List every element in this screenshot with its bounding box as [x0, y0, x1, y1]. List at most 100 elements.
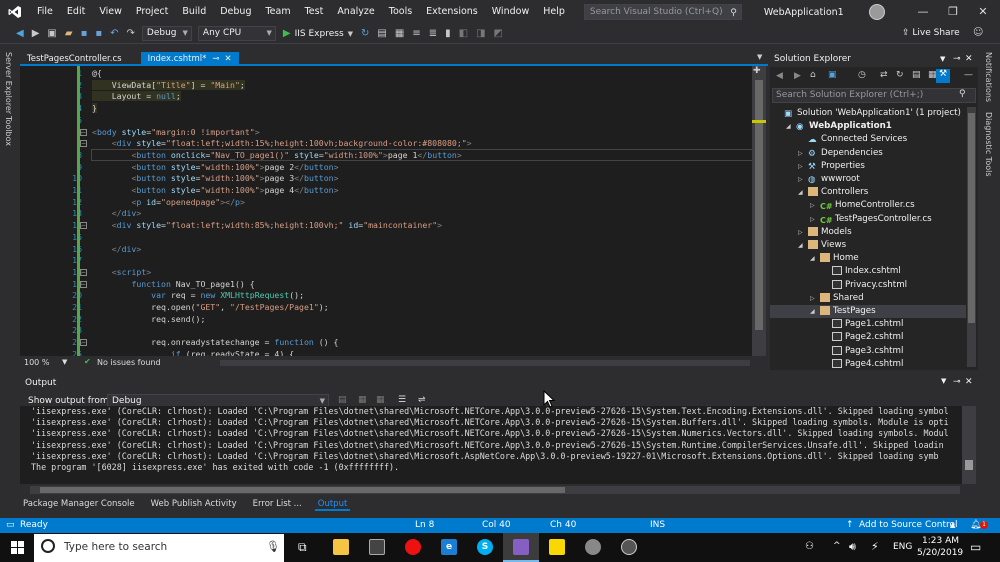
- forward-icon[interactable]: ▶: [794, 71, 801, 81]
- app-w-icon[interactable]: [585, 539, 601, 555]
- editor-vertical-scrollbar[interactable]: [752, 66, 766, 356]
- tree-item[interactable]: ▷ ◍ wwwroot: [770, 173, 860, 186]
- feedback-icon[interactable]: ☺: [973, 27, 983, 38]
- pin-icon[interactable]: ⊸: [953, 377, 961, 387]
- tree-item[interactable]: ◢ Views: [770, 239, 846, 252]
- play-icon[interactable]: ▶: [279, 28, 295, 39]
- live-share-button[interactable]: ⇪ Live Share: [902, 28, 960, 38]
- find-message-icon[interactable]: ▤: [338, 395, 347, 405]
- menu-item-build[interactable]: Build: [175, 0, 213, 24]
- redo-icon[interactable]: ↷: [123, 28, 139, 39]
- tree-item[interactable]: ◢ Home: [770, 252, 859, 265]
- tree-item[interactable]: ▷ Shared: [770, 292, 864, 305]
- menu-item-test[interactable]: Test: [298, 0, 331, 24]
- code-line[interactable]: if (req.readyState = 4) {: [92, 349, 294, 356]
- editor-horizontal-scrollbar[interactable]: [220, 360, 750, 366]
- tree-item[interactable]: ▷ C# TestPagesController.cs: [770, 213, 932, 226]
- expand-toggle-icon[interactable]: ▷: [810, 199, 820, 212]
- chevron-down-icon[interactable]: ▼: [940, 52, 945, 67]
- preview-icon[interactable]: —: [964, 70, 973, 80]
- code-line[interactable]: <div style="float:left;width:15%;height:…: [92, 138, 472, 148]
- fold-toggle-icon[interactable]: −: [80, 339, 87, 347]
- close-tab-icon[interactable]: ✕: [225, 54, 232, 64]
- forward-arrow-icon[interactable]: ▶: [28, 28, 44, 39]
- maximize-button[interactable]: ❐: [938, 0, 968, 24]
- file-explorer-icon[interactable]: [333, 539, 349, 555]
- task-view-icon[interactable]: ⧉: [298, 540, 307, 555]
- tree-item[interactable]: ◢ Controllers: [770, 186, 868, 199]
- comment-icon[interactable]: ≡: [408, 28, 424, 39]
- expand-toggle-icon[interactable]: ▷: [810, 292, 820, 305]
- open-folder-icon[interactable]: ▰: [61, 28, 77, 39]
- chevron-down-icon[interactable]: ▼: [941, 377, 946, 385]
- clear-all-icon[interactable]: ☰: [398, 395, 406, 405]
- back-arrow-icon[interactable]: ◀: [12, 28, 28, 39]
- expand-toggle-icon[interactable]: ◢: [798, 239, 808, 252]
- avatar[interactable]: [869, 4, 885, 20]
- volume-icon[interactable]: 🔊︎: [849, 540, 856, 554]
- run-target-button[interactable]: IIS Express: [295, 29, 344, 39]
- back-icon[interactable]: ◀: [776, 71, 783, 81]
- menu-item-analyze[interactable]: Analyze: [330, 0, 381, 24]
- tree-item[interactable]: ▷ C# HomeController.cs: [770, 199, 915, 212]
- terminal-icon[interactable]: [369, 539, 385, 555]
- save-icon[interactable]: ▪: [77, 28, 92, 39]
- publish-icon[interactable]: ▦: [391, 28, 408, 39]
- tree-item[interactable]: Page2.cshtml: [770, 331, 903, 344]
- code-line[interactable]: <button style="width:100%">page 4</butto…: [92, 185, 338, 195]
- menu-item-debug[interactable]: Debug: [213, 0, 258, 24]
- expand-toggle-icon[interactable]: ▷: [810, 213, 820, 226]
- output-horizontal-scrollbar[interactable]: [30, 486, 960, 494]
- code-line[interactable]: req.send();: [92, 314, 205, 324]
- tree-item[interactable]: Privacy.cshtml: [770, 279, 907, 292]
- prev-message-icon[interactable]: ▦: [358, 395, 367, 405]
- skype-icon[interactable]: S: [477, 539, 493, 555]
- clock-time[interactable]: 1:23 AM: [922, 536, 959, 546]
- minimize-button[interactable]: —: [908, 0, 938, 24]
- taskbar-search-box[interactable]: Type here to search 🎙︎: [34, 534, 284, 562]
- fold-toggle-icon[interactable]: −: [80, 140, 87, 148]
- code-line[interactable]: <div style="float:left;width:85%;height:…: [92, 220, 442, 230]
- tab-error-list[interactable]: Error List ...: [250, 497, 305, 511]
- code-line[interactable]: Layout = null;: [92, 91, 181, 102]
- menu-item-view[interactable]: View: [92, 0, 129, 24]
- output-text[interactable]: 'iisexpress.exe' (CoreCLR: clrhost): Loa…: [20, 406, 970, 484]
- prev-bookmark-icon[interactable]: ◧: [455, 28, 472, 39]
- tree-item[interactable]: ▷ ⚒ Properties: [770, 160, 865, 173]
- menu-item-help[interactable]: Help: [536, 0, 572, 24]
- windows-start-icon[interactable]: [11, 541, 24, 554]
- chevron-down-icon[interactable]: ▼: [344, 30, 357, 38]
- properties-icon[interactable]: ⚒: [936, 69, 950, 83]
- code-line[interactable]: <body style="margin:0 !important">: [92, 127, 260, 137]
- expand-toggle-icon[interactable]: ◢: [810, 305, 820, 318]
- word-wrap-icon[interactable]: ⇌: [418, 395, 426, 405]
- tree-item[interactable]: Page3.cshtml: [770, 345, 903, 358]
- refresh-icon[interactable]: ↻: [896, 70, 904, 80]
- tab-package-manager-console[interactable]: Package Manager Console: [20, 497, 138, 511]
- scroll-thumb[interactable]: [968, 113, 975, 323]
- output-vertical-scrollbar[interactable]: [962, 406, 976, 484]
- menu-item-team[interactable]: Team: [258, 0, 297, 24]
- code-line[interactable]: <button style="width:100%">page 3</butto…: [92, 173, 338, 183]
- tree-item[interactable]: ◢ ◉ WebApplication1: [770, 120, 892, 133]
- tree-item[interactable]: ▷ Models: [770, 226, 852, 239]
- menu-item-file[interactable]: File: [30, 0, 60, 24]
- tree-item[interactable]: Page1.cshtml: [770, 318, 903, 331]
- chrome-icon[interactable]: [621, 539, 637, 555]
- code-line[interactable]: @{: [92, 68, 102, 78]
- zoom-level[interactable]: 100 %: [24, 358, 49, 367]
- sticky-notes-icon[interactable]: [549, 539, 565, 555]
- menu-item-tools[interactable]: Tools: [382, 0, 419, 24]
- toolbox-tab[interactable]: Toolbox: [4, 116, 13, 146]
- tab-output[interactable]: Output: [314, 497, 351, 511]
- close-window-button[interactable]: ✕: [968, 0, 998, 24]
- browser-link-icon[interactable]: ▤: [373, 28, 390, 39]
- next-bookmark-icon[interactable]: ◨: [472, 28, 489, 39]
- clock-date[interactable]: 5/20/2019: [917, 548, 963, 558]
- pin-icon[interactable]: ⊸: [953, 52, 961, 67]
- chevron-up-icon[interactable]: ▲: [950, 518, 955, 533]
- new-project-icon[interactable]: ▣: [43, 28, 60, 39]
- solution-scrollbar[interactable]: [967, 107, 976, 367]
- solution-search-input[interactable]: Search Solution Explorer (Ctrl+;) ⚲: [772, 88, 976, 103]
- server-explorer-tab[interactable]: Server Explorer: [4, 52, 13, 114]
